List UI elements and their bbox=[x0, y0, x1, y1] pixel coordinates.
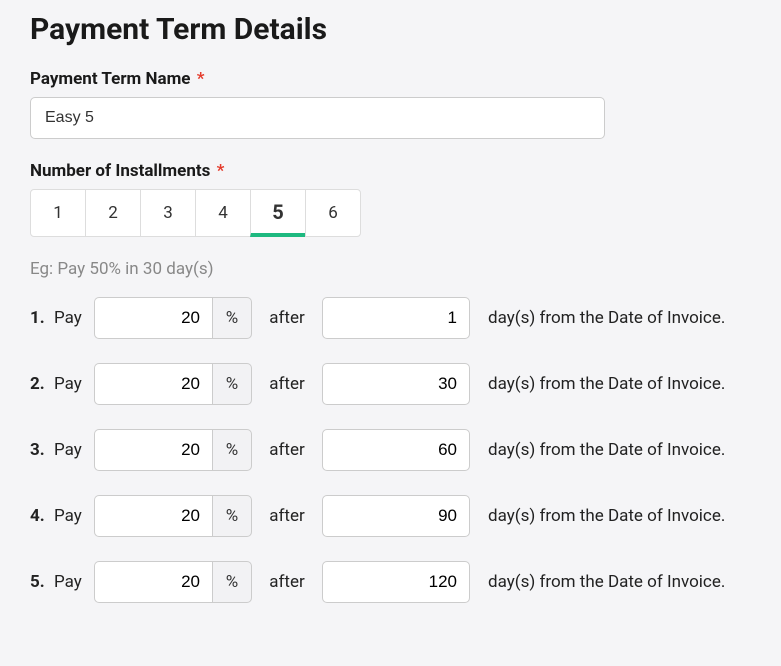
percent-addon: % bbox=[212, 363, 252, 405]
days-input[interactable] bbox=[322, 363, 470, 405]
days-input[interactable] bbox=[322, 495, 470, 537]
installments-label: Number of Installments * bbox=[30, 161, 751, 181]
days-input[interactable] bbox=[322, 429, 470, 471]
percent-addon: % bbox=[212, 297, 252, 339]
pay-label: Pay bbox=[54, 572, 94, 592]
after-label: after bbox=[252, 308, 322, 328]
pay-label: Pay bbox=[54, 506, 94, 526]
page-title: Payment Term Details bbox=[30, 12, 751, 47]
installment-tab-3[interactable]: 3 bbox=[140, 189, 196, 237]
percent-input[interactable] bbox=[94, 561, 212, 603]
after-label: after bbox=[252, 374, 322, 394]
percent-input[interactable] bbox=[94, 363, 212, 405]
installment-tabs: 123456 bbox=[30, 189, 751, 237]
pay-label: Pay bbox=[54, 308, 94, 328]
percent-addon: % bbox=[212, 561, 252, 603]
row-number: 4. bbox=[30, 506, 54, 526]
installment-tab-6[interactable]: 6 bbox=[305, 189, 361, 237]
example-hint: Eg: Pay 50% in 30 day(s) bbox=[30, 259, 751, 279]
installments-label-text: Number of Installments bbox=[30, 161, 210, 181]
installment-row: 5.Pay%after day(s) from the Date of Invoi… bbox=[30, 561, 751, 603]
installment-tab-5[interactable]: 5 bbox=[250, 189, 306, 237]
payment-term-form: Payment Term Details Payment Term Name *… bbox=[0, 0, 781, 647]
days-suffix-label: day(s) from the Date of Invoice. bbox=[488, 308, 725, 328]
percent-addon: % bbox=[212, 429, 252, 471]
percent-input[interactable] bbox=[94, 429, 212, 471]
percent-group: % bbox=[94, 297, 252, 339]
installment-tab-2[interactable]: 2 bbox=[85, 189, 141, 237]
pay-label: Pay bbox=[54, 440, 94, 460]
name-field-group: Payment Term Name * bbox=[30, 69, 751, 139]
pay-label: Pay bbox=[54, 374, 94, 394]
installment-row: 2.Pay%after day(s) from the Date of Invoi… bbox=[30, 363, 751, 405]
after-label: after bbox=[252, 506, 322, 526]
row-number: 3. bbox=[30, 440, 54, 460]
installment-row: 4.Pay%after day(s) from the Date of Invoi… bbox=[30, 495, 751, 537]
percent-input[interactable] bbox=[94, 495, 212, 537]
days-suffix-label: day(s) from the Date of Invoice. bbox=[488, 572, 725, 592]
required-asterisk-icon: * bbox=[197, 69, 205, 89]
name-label: Payment Term Name * bbox=[30, 69, 751, 89]
installment-tab-1[interactable]: 1 bbox=[30, 189, 86, 237]
days-input[interactable] bbox=[322, 297, 470, 339]
installment-tab-4[interactable]: 4 bbox=[195, 189, 251, 237]
required-asterisk-icon: * bbox=[217, 161, 225, 181]
name-label-text: Payment Term Name bbox=[30, 69, 191, 89]
installments-field-group: Number of Installments * 123456 bbox=[30, 161, 751, 237]
payment-term-name-input[interactable] bbox=[30, 97, 605, 139]
percent-input[interactable] bbox=[94, 297, 212, 339]
installment-row: 1.Pay%after day(s) from the Date of Invoi… bbox=[30, 297, 751, 339]
row-number: 1. bbox=[30, 308, 54, 328]
after-label: after bbox=[252, 572, 322, 592]
days-input[interactable] bbox=[322, 561, 470, 603]
days-suffix-label: day(s) from the Date of Invoice. bbox=[488, 440, 725, 460]
percent-group: % bbox=[94, 363, 252, 405]
percent-addon: % bbox=[212, 495, 252, 537]
after-label: after bbox=[252, 440, 322, 460]
installment-rows: 1.Pay%afterday(s) from the Date of Invoi… bbox=[30, 297, 751, 603]
percent-group: % bbox=[94, 429, 252, 471]
percent-group: % bbox=[94, 495, 252, 537]
days-suffix-label: day(s) from the Date of Invoice. bbox=[488, 506, 725, 526]
installment-row: 3.Pay%after day(s) from the Date of Invoi… bbox=[30, 429, 751, 471]
row-number: 2. bbox=[30, 374, 54, 394]
days-suffix-label: day(s) from the Date of Invoice. bbox=[488, 374, 725, 394]
percent-group: % bbox=[94, 561, 252, 603]
row-number: 5. bbox=[30, 572, 54, 592]
